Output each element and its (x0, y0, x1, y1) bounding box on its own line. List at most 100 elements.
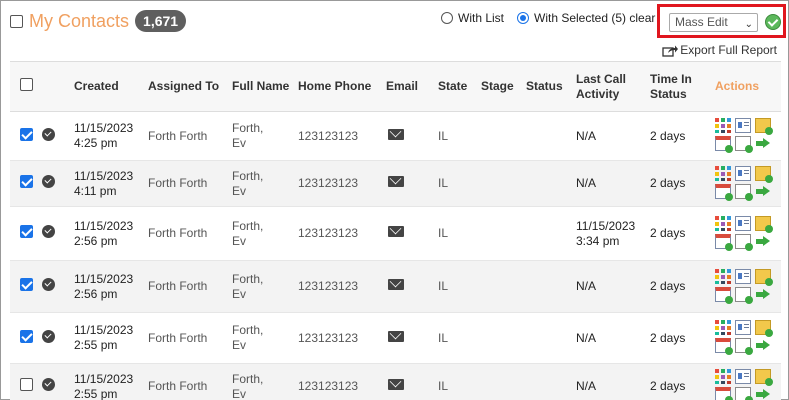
full-name-cell[interactable]: Forth, Ev (232, 363, 298, 400)
row-checkbox[interactable] (20, 278, 33, 291)
forward-arrow-icon[interactable] (755, 234, 771, 249)
full-name-cell[interactable]: Forth, Ev (232, 260, 298, 313)
contact-card-icon[interactable] (735, 118, 751, 133)
with-list-radio[interactable] (441, 12, 453, 24)
add-email-icon[interactable] (755, 118, 773, 135)
with-list-option[interactable]: With List (441, 11, 504, 25)
expand-row-icon[interactable] (42, 378, 55, 391)
row-checkbox[interactable] (20, 225, 33, 238)
column-header-time-in-status[interactable]: Time In Status (650, 61, 715, 112)
mass-action-select[interactable]: Mass Edit ⌄ (669, 13, 758, 32)
forward-arrow-icon[interactable] (755, 387, 771, 400)
expand-row-icon[interactable] (42, 329, 55, 343)
email-icon[interactable] (388, 128, 404, 140)
add-calendar-event-icon[interactable] (715, 338, 733, 355)
column-header-created[interactable]: Created (74, 61, 148, 112)
last-call-activity-cell: N/A (576, 312, 650, 364)
expand-row-icon[interactable] (42, 175, 55, 188)
state-cell: IL (438, 206, 481, 261)
email-icon[interactable] (388, 379, 404, 390)
export-full-report-link[interactable]: Export Full Report (662, 43, 777, 57)
created-date: 11/15/2023 (74, 121, 134, 135)
contact-card-icon[interactable] (735, 320, 751, 335)
page-title: My Contacts (29, 10, 130, 31)
full-name-cell[interactable]: Forth, Ev (232, 312, 298, 364)
forward-arrow-icon[interactable] (755, 184, 771, 199)
column-header-state[interactable]: State (438, 61, 481, 112)
contact-card-icon[interactable] (735, 368, 751, 384)
column-header-email[interactable]: Email (386, 61, 438, 112)
status-cell (526, 160, 576, 207)
row-checkbox[interactable] (20, 175, 33, 188)
email-icon[interactable] (388, 226, 404, 237)
row-checkbox[interactable] (20, 127, 33, 141)
add-calendar-event-icon[interactable] (715, 183, 733, 201)
column-header-status[interactable]: Status (526, 61, 576, 112)
contact-card-icon[interactable] (735, 268, 751, 284)
email-icon[interactable] (388, 330, 404, 342)
add-note-icon[interactable] (735, 386, 753, 400)
contact-card-icon[interactable] (735, 215, 751, 231)
table-row[interactable]: 11/15/2023 2:55 pm Forth Forth Forth, Ev 1231… (10, 363, 781, 400)
add-calendar-event-icon[interactable] (715, 136, 733, 153)
table-row[interactable]: 11/15/2023 4:25 pm Forth Forth Forth, Ev 1231… (10, 111, 781, 161)
apply-mass-action-button[interactable] (765, 14, 781, 30)
add-email-icon[interactable] (755, 368, 773, 386)
add-note-icon[interactable] (735, 338, 753, 355)
full-name-cell[interactable]: Forth, Ev (232, 206, 298, 261)
add-email-icon[interactable] (755, 165, 773, 183)
column-header-home-phone[interactable]: Home Phone (298, 61, 386, 112)
created-cell: 11/15/2023 2:56 pm (74, 206, 148, 261)
apps-grid-icon[interactable] (715, 368, 731, 384)
add-email-icon[interactable] (755, 268, 773, 286)
select-all-contacts-checkbox[interactable] (10, 14, 23, 28)
table-row[interactable]: 11/15/2023 2:56 pm Forth Forth Forth, Ev 1231… (10, 206, 781, 261)
export-full-report-label: Export Full Report (680, 43, 777, 57)
add-note-icon[interactable] (735, 136, 753, 153)
forward-arrow-icon[interactable] (755, 136, 771, 151)
add-note-icon[interactable] (735, 286, 753, 304)
full-name-cell[interactable]: Forth, Ev (232, 111, 298, 161)
full-name-first: Ev (232, 233, 247, 248)
email-icon[interactable] (388, 176, 404, 187)
column-header-assigned-to[interactable]: Assigned To (148, 61, 232, 112)
stage-cell (481, 363, 526, 400)
row-checkbox[interactable] (20, 329, 33, 343)
expand-row-icon[interactable] (42, 127, 55, 141)
created-time: 2:55 pm (74, 386, 118, 400)
email-icon[interactable] (388, 279, 404, 290)
expand-row-icon[interactable] (42, 225, 55, 238)
add-calendar-event-icon[interactable] (715, 386, 733, 400)
apps-grid-icon[interactable] (715, 215, 731, 231)
with-selected-radio[interactable] (517, 12, 529, 24)
column-header-full-name[interactable]: Full Name (232, 61, 298, 112)
add-calendar-event-icon[interactable] (715, 286, 733, 304)
expand-row-icon[interactable] (42, 278, 55, 291)
add-note-icon[interactable] (735, 233, 753, 251)
home-phone-cell: 123123123 (298, 260, 386, 313)
add-email-icon[interactable] (755, 320, 773, 337)
apps-grid-icon[interactable] (715, 320, 731, 335)
apps-grid-icon[interactable] (715, 118, 731, 133)
apps-grid-icon[interactable] (715, 165, 731, 181)
contact-card-icon[interactable] (735, 165, 751, 181)
add-note-icon[interactable] (735, 183, 753, 201)
apps-grid-icon[interactable] (715, 268, 731, 284)
table-row[interactable]: 11/15/2023 4:11 pm Forth Forth Forth, Ev 1231… (10, 160, 781, 207)
column-header-last-call-activity[interactable]: Last Call Activity (576, 61, 650, 112)
forward-arrow-icon[interactable] (755, 338, 771, 353)
with-selected-option[interactable]: With Selected (5) clear (517, 11, 657, 25)
add-email-icon[interactable] (755, 215, 773, 233)
table-row[interactable]: 11/15/2023 2:56 pm Forth Forth Forth, Ev 1231… (10, 260, 781, 313)
full-name-last: Forth, (232, 271, 264, 286)
header-select-all-checkbox[interactable] (20, 78, 33, 91)
add-calendar-event-icon[interactable] (715, 233, 733, 251)
full-name-cell[interactable]: Forth, Ev (232, 160, 298, 207)
created-cell: 11/15/2023 2:56 pm (74, 260, 148, 313)
last-call-activity-cell: N/A (576, 160, 650, 207)
forward-arrow-icon[interactable] (755, 287, 771, 302)
state-cell: IL (438, 160, 481, 207)
table-row[interactable]: 11/15/2023 2:55 pm Forth Forth Forth, Ev 1231… (10, 312, 781, 364)
column-header-stage[interactable]: Stage (481, 61, 526, 112)
row-checkbox[interactable] (20, 378, 33, 391)
